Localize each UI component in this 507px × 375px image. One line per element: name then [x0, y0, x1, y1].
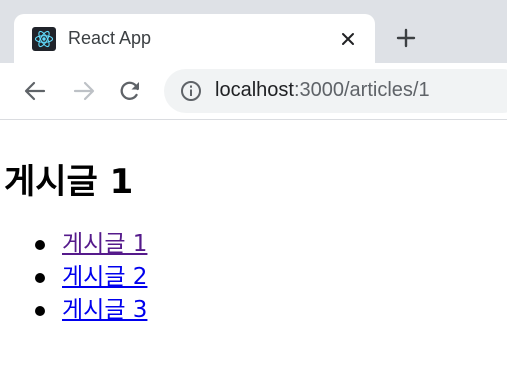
browser-toolbar: localhost:3000/articles/1: [0, 63, 507, 120]
list-item: 게시글 3: [35, 294, 147, 327]
page-content: 게시글 1 게시글 1 게시글 2 게시글 3: [0, 120, 507, 375]
article-list: 게시글 1 게시글 2 게시글 3: [22, 228, 147, 327]
list-item: 게시글 1: [35, 228, 147, 261]
url-path: :3000/articles/1: [293, 79, 430, 101]
bullet-icon: [35, 273, 45, 283]
address-bar[interactable]: localhost:3000/articles/1: [164, 69, 507, 113]
article-link-1[interactable]: 게시글 1: [62, 231, 147, 257]
react-logo-icon: [32, 27, 56, 51]
plus-icon[interactable]: [393, 25, 419, 51]
tab-react-app[interactable]: React App: [14, 14, 375, 64]
url-host: localhost: [215, 79, 294, 101]
article-link-2[interactable]: 게시글 2: [62, 264, 147, 290]
info-circle-icon[interactable]: [180, 80, 202, 102]
reload-icon[interactable]: [116, 77, 144, 105]
bullet-icon: [35, 240, 45, 250]
arrow-right-icon[interactable]: [70, 77, 98, 105]
arrow-left-icon[interactable]: [21, 77, 49, 105]
bullet-icon: [35, 306, 45, 316]
tab-title: React App: [68, 28, 152, 48]
close-icon[interactable]: [336, 27, 360, 51]
article-link-3[interactable]: 게시글 3: [62, 297, 147, 323]
list-item: 게시글 2: [35, 261, 147, 294]
url-text[interactable]: localhost:3000/articles/1: [215, 79, 430, 102]
page-title: 게시글 1: [4, 162, 134, 202]
tab-strip: React App: [0, 0, 507, 64]
